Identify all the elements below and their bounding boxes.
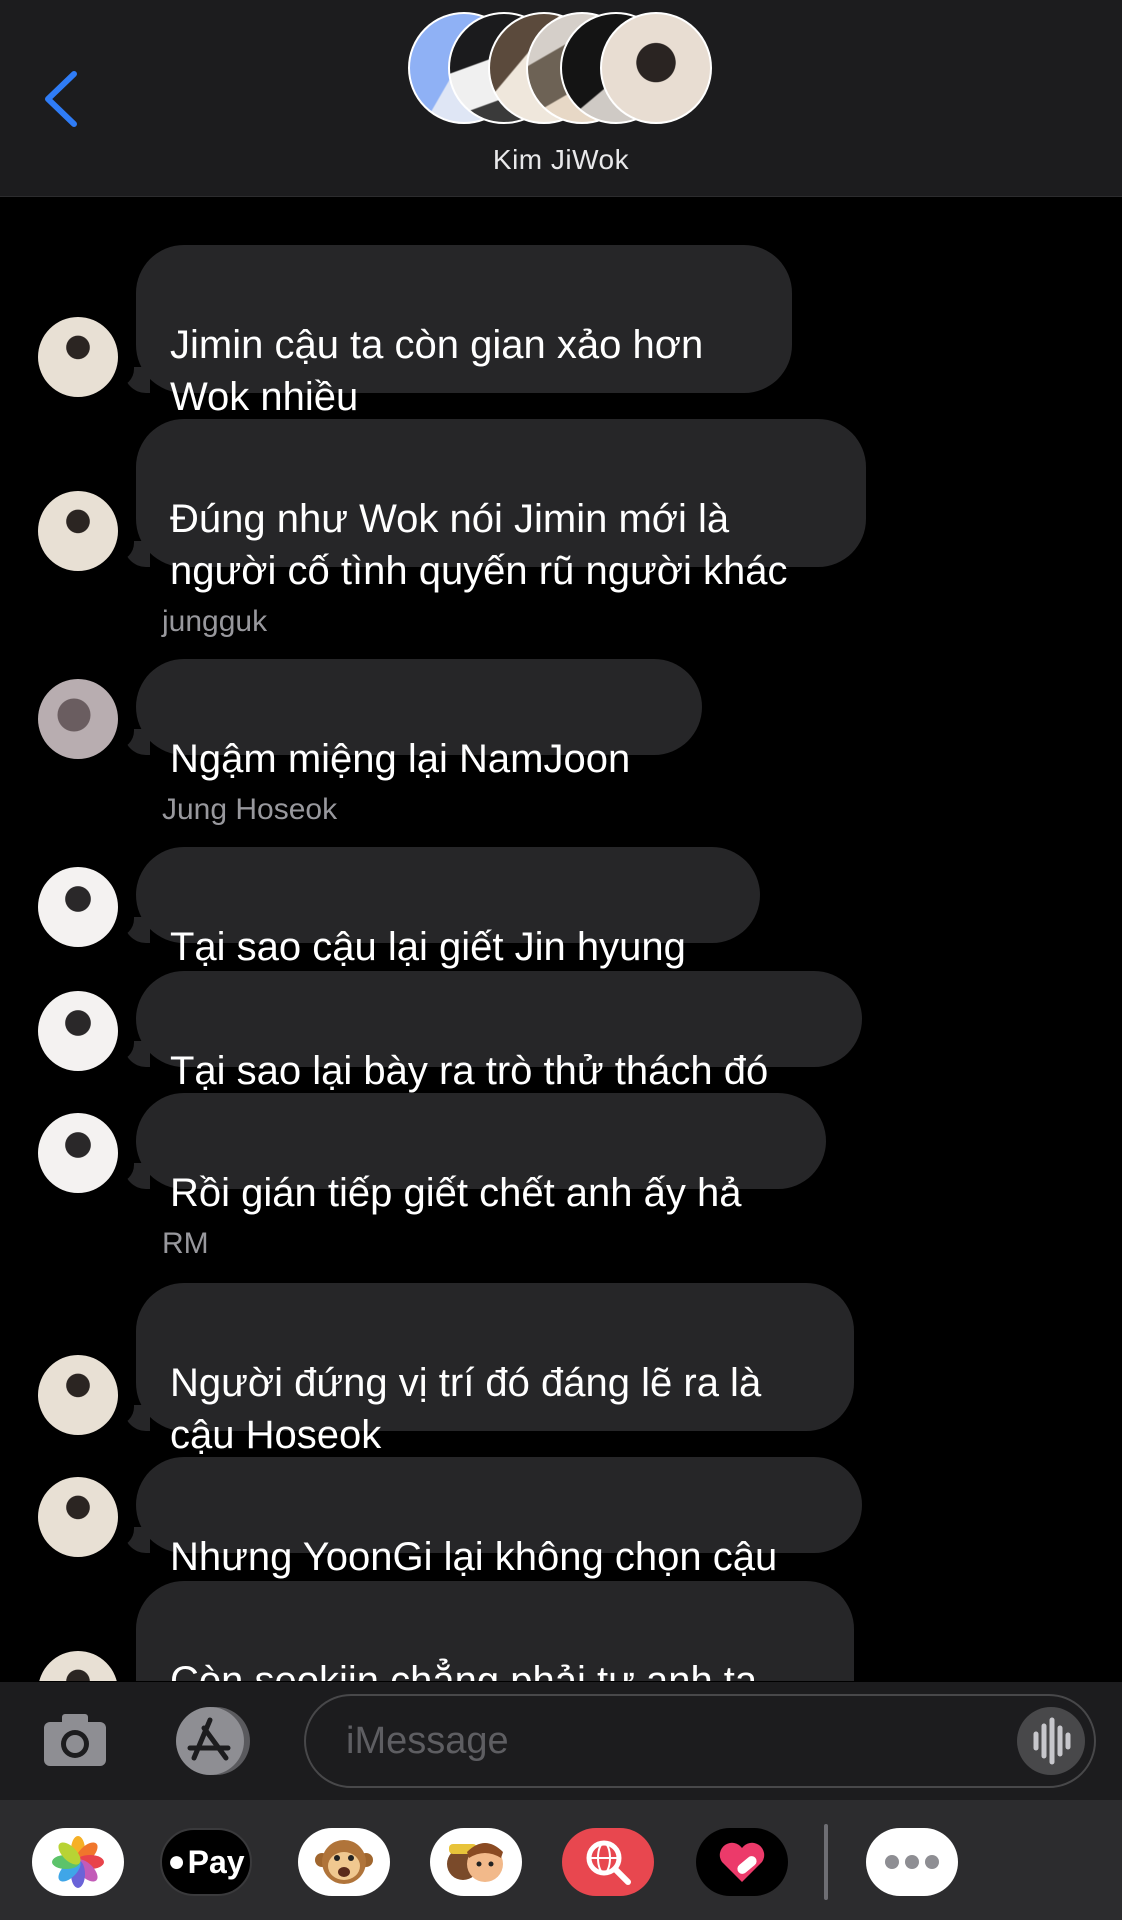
photos-app-icon bbox=[52, 1836, 104, 1888]
digital-touch-button[interactable] bbox=[696, 1828, 788, 1896]
bubble-tail bbox=[112, 1399, 150, 1431]
message-bubble[interactable]: Rồi gián tiếp giết chết anh ấy hả bbox=[136, 1093, 826, 1215]
group-member-avatar bbox=[600, 12, 712, 124]
message-bubble[interactable]: Tại sao lại bày ra trò thử thách đó bbox=[136, 971, 862, 1093]
apple-pay-label: Pay bbox=[187, 1843, 245, 1880]
message-text: Người đứng vị trí đó đáng lẽ ra là cậu H… bbox=[170, 1361, 762, 1457]
message-text: Đúng như Wok nói Jimin mới là người cố t… bbox=[170, 497, 788, 593]
animoji-button[interactable] bbox=[298, 1828, 390, 1896]
message-text: Jimin cậu ta còn gian xảo hơn Wok nhiều bbox=[170, 323, 704, 419]
message-bubble[interactable]: Còn seokjin chẳng phải tự anh ta đâm đầu… bbox=[136, 1581, 854, 1681]
namjoon-avatar[interactable] bbox=[38, 1477, 118, 1557]
message-text: Ngậm miệng lại NamJoon bbox=[170, 737, 631, 781]
conversation-title[interactable]: Kim JiWok bbox=[0, 144, 1122, 176]
digital-touch-heart-icon bbox=[719, 1842, 765, 1882]
memoji-stickers-icon bbox=[447, 1843, 503, 1882]
group-avatars[interactable] bbox=[408, 12, 714, 128]
jungguk-avatar[interactable] bbox=[38, 679, 118, 759]
message-text: Tại sao lại bày ra trò thử thách đó bbox=[170, 1049, 769, 1093]
message-bubble[interactable]: Tại sao cậu lại giết Jin hyung bbox=[136, 847, 760, 969]
app-drawer: ● Pay bbox=[0, 1800, 1122, 1920]
apple-pay-button[interactable]: ● Pay bbox=[160, 1828, 252, 1896]
bubble-tail bbox=[112, 1521, 150, 1553]
more-apps-icon bbox=[885, 1855, 939, 1869]
hoseok-avatar[interactable] bbox=[38, 991, 118, 1071]
back-button[interactable] bbox=[40, 68, 84, 130]
bubble-tail bbox=[112, 723, 150, 755]
sender-name: jungguk bbox=[162, 605, 268, 638]
conversation-header: Kim JiWok bbox=[0, 0, 1122, 197]
message-bubble[interactable]: Đúng như Wok nói Jimin mới là người cố t… bbox=[136, 419, 866, 593]
message-list[interactable]: Jimin cậu ta còn gian xảo hơn Wok nhiều … bbox=[0, 197, 1122, 1681]
hoseok-avatar[interactable] bbox=[38, 867, 118, 947]
bubble-tail bbox=[112, 1035, 150, 1067]
apple-logo-icon: ● bbox=[167, 1845, 186, 1878]
message-text: Nhưng YoonGi lại không chọn cậu bbox=[170, 1535, 778, 1579]
memoji-stickers-button[interactable] bbox=[430, 1828, 522, 1896]
message-input[interactable] bbox=[304, 1694, 1096, 1788]
more-apps-button[interactable] bbox=[866, 1828, 958, 1896]
bubble-tail bbox=[112, 1157, 150, 1189]
message-text: Rồi gián tiếp giết chết anh ấy hả bbox=[170, 1171, 742, 1215]
bubble-tail bbox=[112, 535, 150, 567]
bubble-tail bbox=[112, 911, 150, 943]
audio-message-button[interactable] bbox=[1016, 1706, 1086, 1776]
sender-name: Jung Hoseok bbox=[162, 793, 338, 826]
bubble-tail bbox=[112, 361, 150, 393]
chevron-left-icon bbox=[45, 71, 77, 127]
photos-app-button[interactable] bbox=[32, 1828, 124, 1896]
message-bubble[interactable]: Jimin cậu ta còn gian xảo hơn Wok nhiều bbox=[136, 245, 792, 419]
message-bubble[interactable]: Người đứng vị trí đó đáng lẽ ra là cậu H… bbox=[136, 1283, 854, 1457]
animoji-monkey-icon bbox=[315, 1840, 373, 1884]
message-bubble[interactable]: Nhưng YoonGi lại không chọn cậu bbox=[136, 1457, 862, 1579]
message-bubble[interactable]: Ngậm miệng lại NamJoon bbox=[136, 659, 702, 781]
compose-bar bbox=[0, 1682, 1122, 1800]
message-text: Còn seokjin chẳng phải tự anh ta đâm đầu… bbox=[170, 1659, 758, 1681]
camera-icon bbox=[44, 1714, 106, 1766]
message-text: Tại sao cậu lại giết Jin hyung bbox=[170, 925, 686, 969]
audio-waveform-icon bbox=[1017, 1707, 1085, 1775]
camera-button[interactable] bbox=[42, 1710, 108, 1768]
hoseok-avatar[interactable] bbox=[38, 1113, 118, 1193]
namjoon-avatar[interactable] bbox=[38, 491, 118, 571]
images-search-icon bbox=[586, 1840, 631, 1885]
sender-name: RM bbox=[162, 1227, 209, 1260]
images-search-button[interactable] bbox=[562, 1828, 654, 1896]
drawer-divider bbox=[824, 1824, 828, 1900]
namjoon-avatar[interactable] bbox=[38, 1355, 118, 1435]
apps-button[interactable] bbox=[170, 1706, 260, 1776]
app-store-icon bbox=[176, 1707, 250, 1775]
namjoon-avatar[interactable] bbox=[38, 317, 118, 397]
namjoon-avatar[interactable] bbox=[38, 1651, 118, 1681]
